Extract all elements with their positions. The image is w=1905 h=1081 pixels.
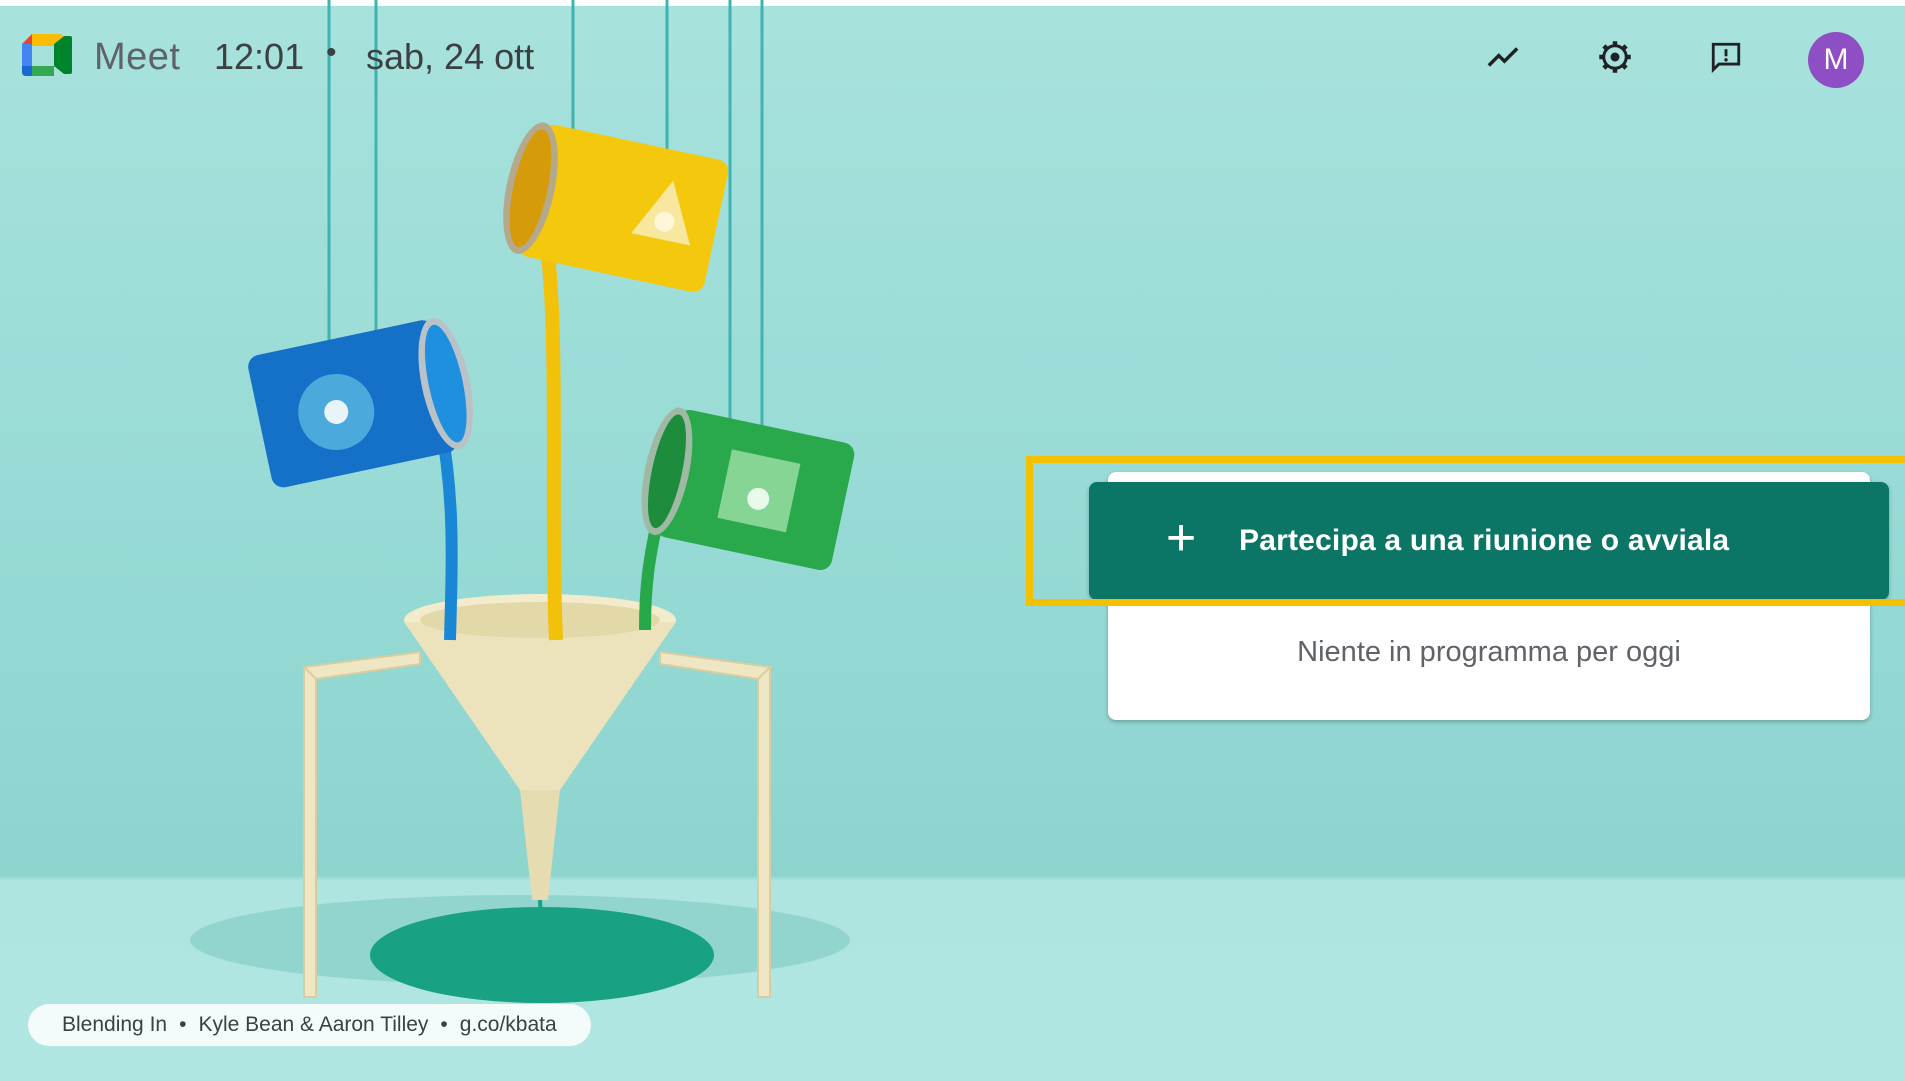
no-meetings-message: Niente in programma per oggi: [1297, 636, 1681, 668]
google-meet-logo-icon[interactable]: [20, 32, 74, 78]
join-button-label: Partecipa a una riunione o avviala: [1239, 524, 1730, 557]
artwork-artists: Kyle Bean & Aaron Tilley: [198, 1013, 429, 1036]
current-time: 12:01: [214, 36, 305, 77]
attribution-separator: •: [440, 1013, 448, 1036]
attribution-separator: •: [179, 1013, 187, 1036]
feedback-icon[interactable]: [1703, 34, 1749, 80]
gear-icon[interactable]: [1592, 34, 1638, 80]
background-attribution: Blending In • Kyle Bean & Aaron Tilley •…: [28, 1004, 591, 1046]
plus-icon: +: [1165, 509, 1197, 567]
meet-home-screen: Meet 12:01 • sab, 24 ott M + Partecipa a…: [0, 0, 1905, 1081]
artwork-link[interactable]: g.co/kbata: [460, 1013, 557, 1037]
artwork-title: Blending In: [62, 1013, 168, 1036]
current-date: sab, 24 ott: [366, 36, 535, 77]
activity-icon[interactable]: [1480, 34, 1526, 80]
background-illustration: [190, 0, 855, 1003]
time-date-separator: •: [326, 36, 337, 69]
top-bar: Meet 12:01 • sab, 24 ott M: [0, 6, 1905, 106]
app-name[interactable]: Meet: [94, 36, 180, 79]
join-or-start-meeting-button[interactable]: + Partecipa a una riunione o avviala: [1089, 482, 1889, 600]
avatar[interactable]: M: [1808, 32, 1864, 88]
